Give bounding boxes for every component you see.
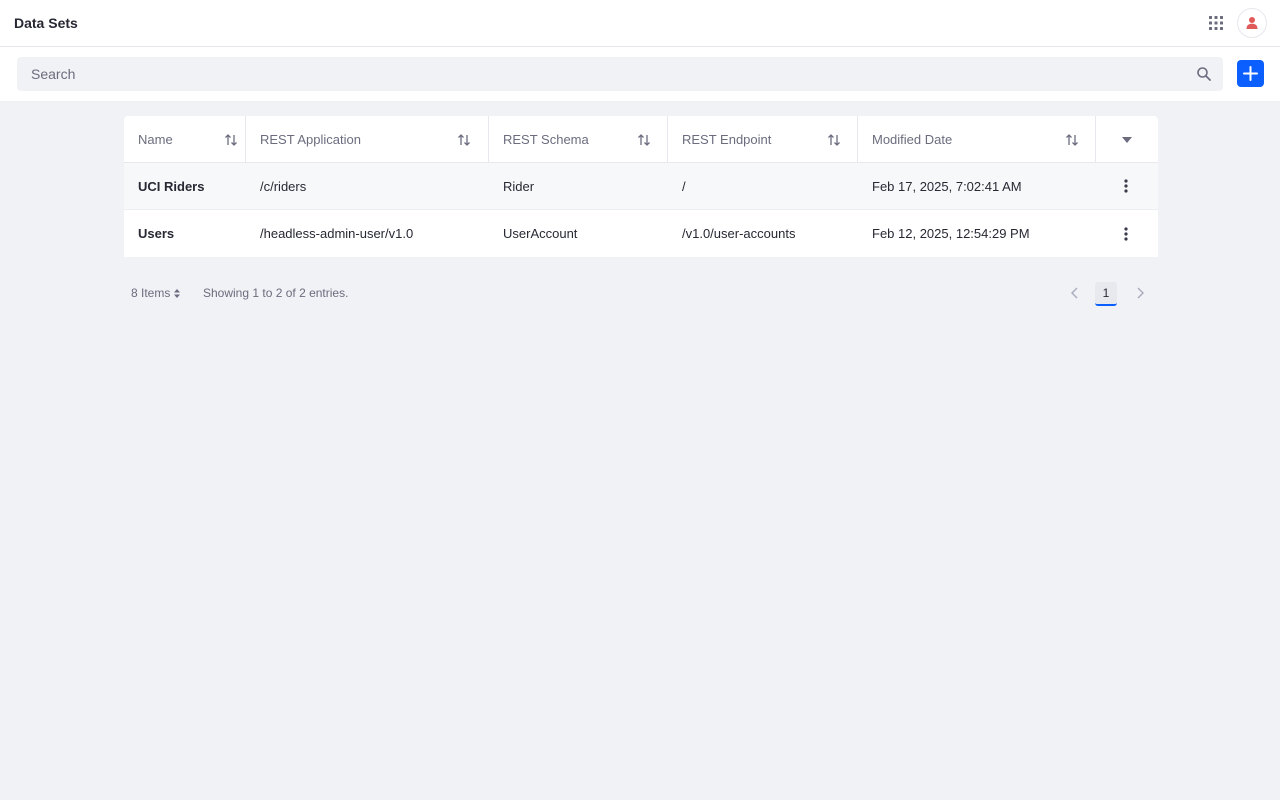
chevron-left-icon — [1070, 287, 1077, 299]
add-button[interactable] — [1237, 60, 1264, 87]
user-icon — [1246, 17, 1258, 29]
column-header-label: Modified Date — [872, 132, 953, 147]
column-header-label: Name — [138, 132, 173, 147]
cell-modified-date: Feb 17, 2025, 7:02:41 AM — [872, 178, 1022, 194]
cell-name[interactable]: Users — [124, 210, 246, 257]
plus-icon — [1243, 66, 1258, 81]
page-title: Data Sets — [14, 15, 78, 31]
column-header-label: REST Schema — [503, 132, 589, 147]
table-row[interactable]: Users /headless-admin-user/v1.0 UserAcco… — [124, 210, 1158, 257]
column-header-label: REST Application — [260, 132, 361, 147]
next-page-button[interactable] — [1130, 282, 1150, 304]
entries-summary: Showing 1 to 2 of 2 entries. — [203, 286, 349, 300]
table-header: Name REST Application REST Schema REST E… — [124, 116, 1158, 163]
chevron-right-icon — [1137, 287, 1144, 299]
row-actions-button[interactable] — [1096, 163, 1156, 210]
cell-modified-date: Feb 12, 2025, 12:54:29 PM — [872, 226, 1030, 241]
grid-apps-icon — [1209, 16, 1223, 30]
search-bar — [0, 47, 1280, 101]
items-per-page-select[interactable]: 8 Items — [131, 286, 181, 300]
items-per-page-label: 8 Items — [131, 286, 171, 300]
search-input[interactable] — [17, 57, 1187, 91]
sort-icon[interactable] — [637, 133, 651, 147]
column-header-rest-schema[interactable]: REST Schema — [489, 116, 668, 163]
kebab-menu-icon — [1124, 226, 1128, 241]
search-box — [17, 57, 1223, 91]
table-row[interactable]: UCI Riders /c/riders Rider / Feb 17, 202… — [124, 163, 1158, 210]
cell-rest-application: /headless-admin-user/v1.0 — [260, 226, 414, 241]
column-header-rest-endpoint[interactable]: REST Endpoint — [668, 116, 858, 163]
column-header-modified-date[interactable]: Modified Date — [858, 116, 1096, 163]
sort-icon[interactable] — [1065, 133, 1079, 147]
sort-icon[interactable] — [457, 133, 471, 147]
kebab-menu-icon — [1124, 179, 1128, 193]
user-avatar-button[interactable] — [1237, 8, 1267, 38]
cell-name[interactable]: UCI Riders — [124, 163, 246, 210]
sort-icon[interactable] — [827, 133, 841, 147]
sort-icon[interactable] — [224, 133, 238, 147]
caret-down-icon — [1122, 136, 1132, 143]
sort-caret-icon — [174, 288, 181, 298]
data-sets-table: Name REST Application REST Schema REST E… — [124, 116, 1158, 257]
page-1-button[interactable]: 1 — [1095, 282, 1117, 306]
cell-rest-schema: UserAccount — [503, 226, 578, 241]
previous-page-button[interactable] — [1064, 282, 1084, 304]
top-bar: Data Sets — [0, 0, 1280, 47]
columns-menu-button[interactable] — [1096, 116, 1158, 163]
column-header-rest-application[interactable]: REST Application — [246, 116, 489, 163]
apps-grid-button[interactable] — [1206, 13, 1226, 33]
cell-rest-endpoint: / — [682, 178, 686, 194]
cell-rest-endpoint: /v1.0/user-accounts — [682, 226, 796, 241]
search-icon[interactable] — [1196, 66, 1212, 82]
cell-rest-application: /c/riders — [260, 178, 307, 194]
column-header-name[interactable]: Name — [124, 116, 246, 163]
column-header-label: REST Endpoint — [682, 132, 772, 147]
cell-rest-schema: Rider — [503, 178, 535, 194]
row-actions-button[interactable] — [1096, 210, 1156, 257]
pagination-bar: 8 Items Showing 1 to 2 of 2 entries. 1 — [124, 282, 1158, 306]
